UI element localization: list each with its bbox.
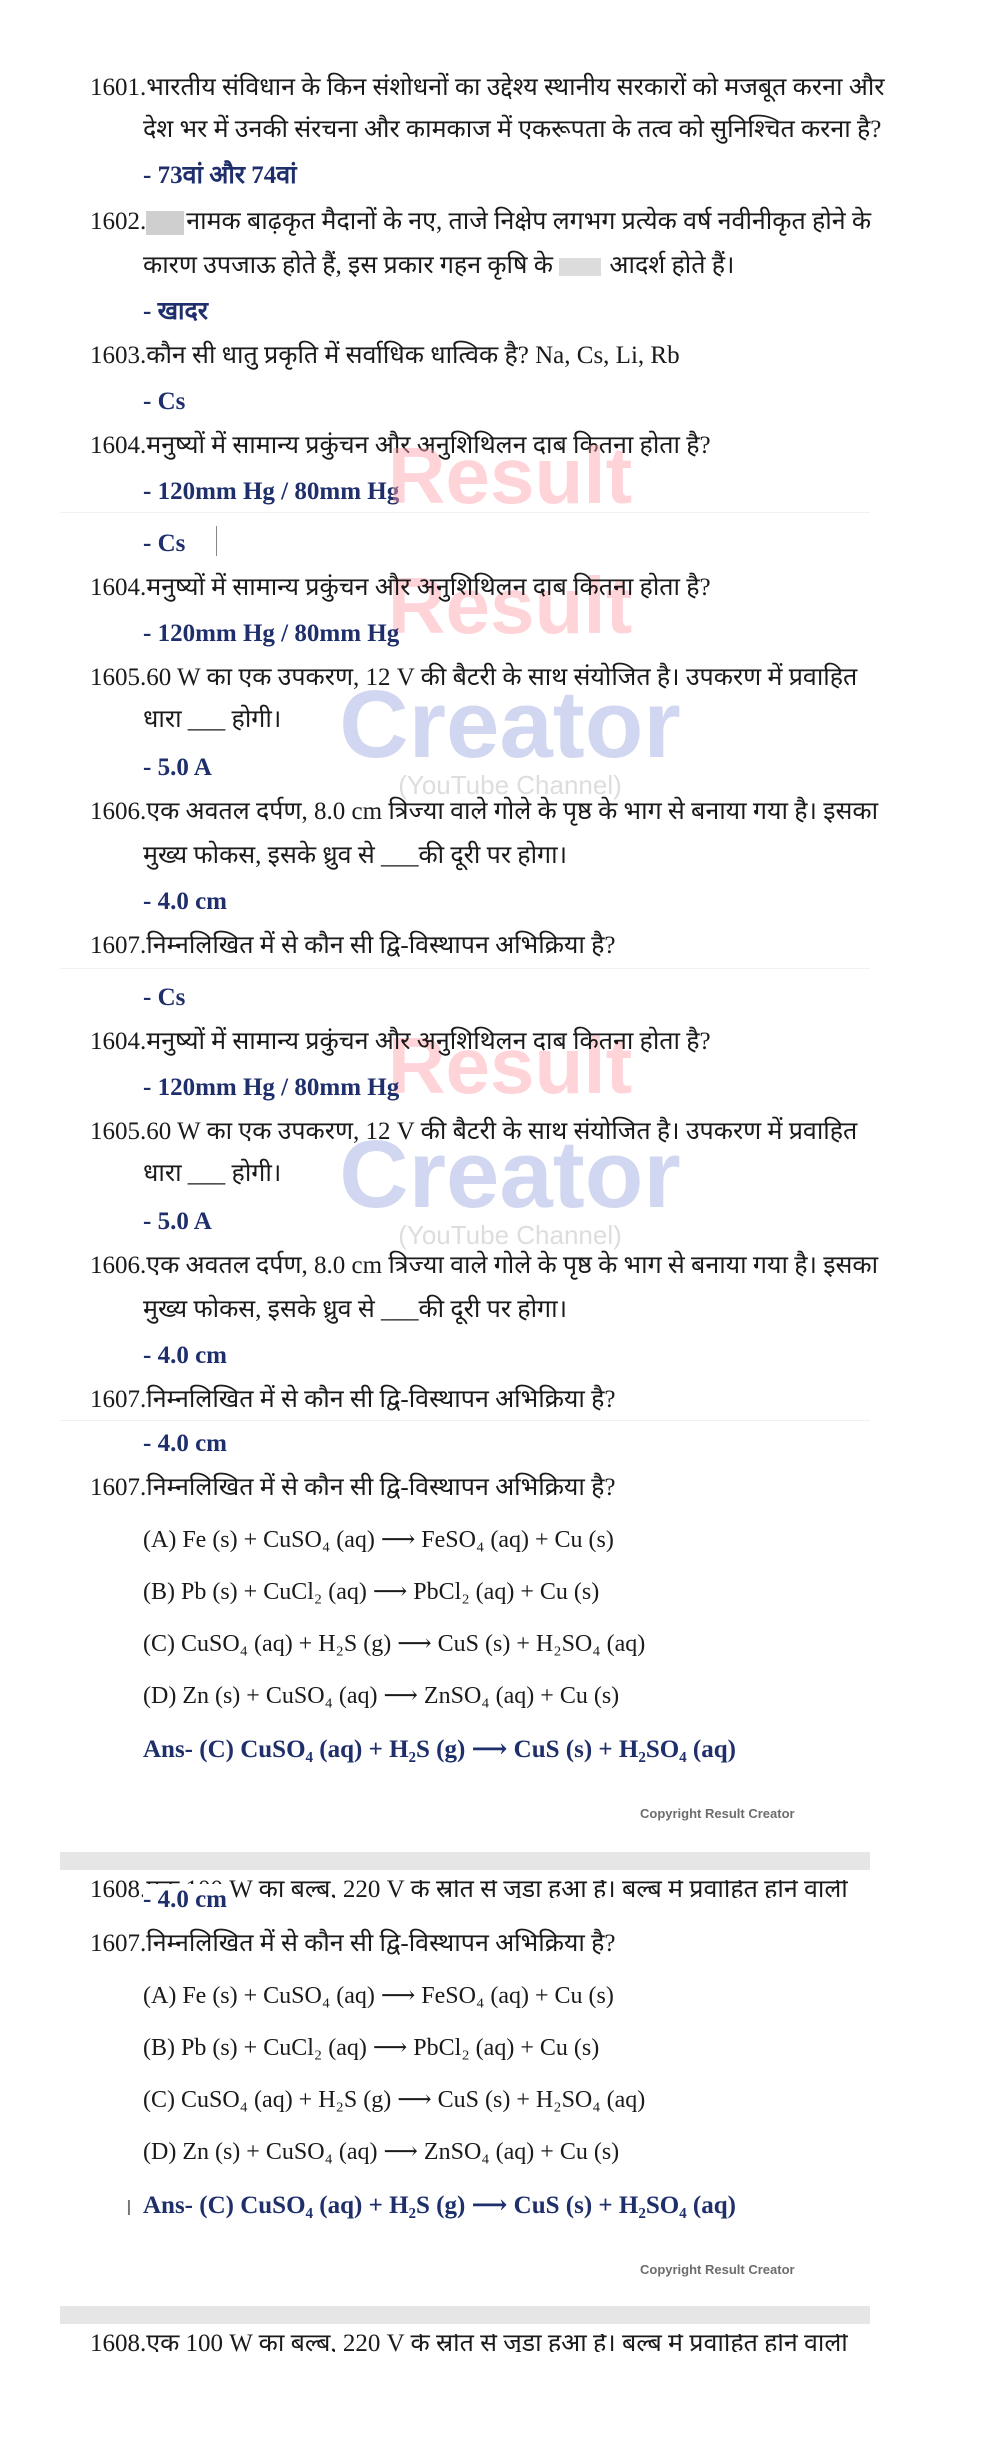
question-1602-line2-end: आदर्श होते हैं। — [609, 252, 735, 279]
question-1605-line1: 1605.60 W का एक उपकरण, 12 V की बैटरी के … — [90, 1118, 858, 1145]
question-1606-line1: 1606.एक अवतल दर्पण, 8.0 cm त्रिज्या वाले… — [90, 798, 879, 825]
answer-1607: Ans- (C) CuSO₄ (aq) + H₂S (g) ⟶ CuS (s) … — [143, 1736, 736, 1763]
question-1606-line1: 1606.एक अवतल दर्पण, 8.0 cm त्रिज्या वाले… — [90, 1252, 879, 1279]
divider — [60, 1420, 870, 1421]
option-a: (A) Fe (s) + CuSO₄ (aq) ⟶ FeSO₄ (aq) + C… — [143, 1983, 614, 2009]
question-1607: 1607.निम्नलिखित में से कौन सी द्वि-विस्थ… — [90, 1474, 616, 1501]
option-b: (B) Pb (s) + CuCl₂ (aq) ⟶ PbCl₂ (aq) + C… — [143, 1579, 600, 1605]
text-cursor — [216, 526, 217, 556]
watermark-result: Result — [387, 431, 633, 520]
question-1604: 1604.मनुष्यों में सामान्य प्रकुंचन और अन… — [90, 1028, 711, 1055]
divider — [60, 968, 870, 969]
blank-box — [559, 258, 602, 277]
question-number-1602: 1602. — [90, 208, 147, 235]
question-1605-line2: धारा ___ होगी। — [143, 706, 282, 733]
next-question-cut: 1608.एक 100 W का बल्ब, 220 V के स्रोत से… — [90, 2334, 848, 2352]
question-1601-line1: 1601.भारतीय संविधान के किन संशोधनों का उ… — [90, 74, 885, 101]
answer-1606: - 4.0 cm — [143, 1430, 227, 1457]
question-1602-text: नामक बाढ़कृत मैदानों के नए, ताजे निक्षेप… — [186, 208, 872, 235]
answer-1607: Ans- (C) CuSO₄ (aq) + H₂S (g) ⟶ CuS (s) … — [143, 2192, 736, 2219]
question-1601-line2: देश भर में उनकी संरचना और कामकाज में एकर… — [143, 116, 882, 143]
copyright-label: Copyright Result Creator — [640, 2262, 795, 2277]
answer-1605: - 5.0 A — [143, 754, 212, 781]
page-gap-bar — [60, 1852, 870, 1870]
question-1607: 1607.निम्नलिखित में से कौन सी द्वि-विस्थ… — [90, 1386, 616, 1413]
watermark-youtube: (YouTube Channel) — [398, 1220, 622, 1250]
answer-1605: - 5.0 A — [143, 1208, 212, 1235]
option-d: (D) Zn (s) + CuSO₄ (aq) ⟶ ZnSO₄ (aq) + C… — [143, 2139, 620, 2165]
question-1605-line1: 1605.60 W का एक उपकरण, 12 V की बैटरी के … — [90, 664, 858, 691]
question-1607: 1607.निम्नलिखित में से कौन सी द्वि-विस्थ… — [90, 932, 616, 959]
option-c: (C) CuSO₄ (aq) + H₂S (g) ⟶ CuS (s) + H₂S… — [143, 2087, 646, 2113]
text-cursor-icon: I — [126, 2196, 132, 2220]
question-1602-line1: 1602. नामक बाढ़कृत मैदानों के नए, ताजे नि… — [90, 206, 871, 238]
answer-1604: - 120mm Hg / 80mm Hg — [143, 620, 400, 647]
answer-1603: - Cs — [143, 388, 186, 415]
question-1603: 1603.कौन सी धातु प्रकृति में सर्वाधिक धा… — [90, 342, 680, 369]
answer-1606: - 4.0 cm — [143, 888, 227, 915]
option-c: (C) CuSO₄ (aq) + H₂S (g) ⟶ CuS (s) + H₂S… — [143, 1631, 646, 1657]
option-b: (B) Pb (s) + CuCl₂ (aq) ⟶ PbCl₂ (aq) + C… — [143, 2035, 600, 2061]
answer-1603: - Cs — [143, 984, 186, 1011]
answer-1606: - 4.0 cm — [143, 1884, 227, 1916]
option-a: (A) Fe (s) + CuSO₄ (aq) ⟶ FeSO₄ (aq) + C… — [143, 1527, 614, 1553]
copyright-label: Copyright Result Creator — [640, 1806, 795, 1821]
question-1602-line2-start: कारण उपजाऊ होते हैं, इस प्रकार गहन कृषि … — [143, 252, 553, 279]
question-1605-line2: धारा ___ होगी। — [143, 1160, 282, 1187]
answer-1604: - 120mm Hg / 80mm Hg — [143, 1074, 400, 1101]
option-d: (D) Zn (s) + CuSO₄ (aq) ⟶ ZnSO₄ (aq) + C… — [143, 1683, 620, 1709]
page-gap-bar — [60, 2306, 870, 2324]
answer-1601: - 73वां और 74वां — [143, 162, 297, 189]
question-1607: 1607.निम्नलिखित में से कौन सी द्वि-विस्थ… — [90, 1930, 616, 1957]
question-1606-line2: मुख्य फोकस, इसके ध्रुव से ___की दूरी पर … — [143, 1296, 568, 1323]
answer-1603: - Cs — [143, 530, 186, 557]
blank-box — [146, 211, 185, 236]
answer-1606: - 4.0 cm — [143, 1342, 227, 1369]
question-1606-line2: मुख्य फोकस, इसके ध्रुव से ___की दूरी पर … — [143, 842, 568, 869]
question-1602-line2: कारण उपजाऊ होते हैं, इस प्रकार गहन कृषि … — [143, 250, 734, 282]
document-page: 1601.भारतीय संविधान के किन संशोधनों का उ… — [0, 0, 992, 2457]
answer-1602: - खादर — [143, 298, 209, 325]
question-1604: 1604.मनुष्यों में सामान्य प्रकुंचन और अन… — [90, 574, 711, 601]
